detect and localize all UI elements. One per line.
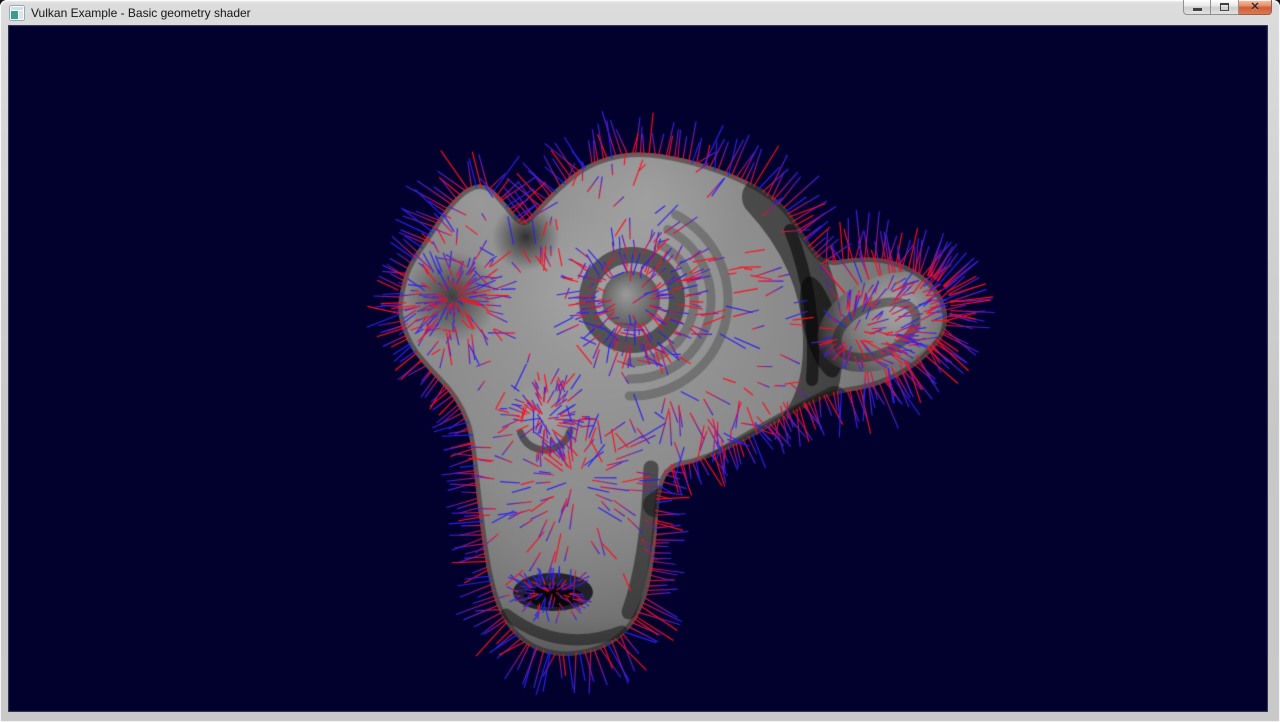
close-button[interactable]: ✕ bbox=[1239, 0, 1272, 15]
application-icon[interactable] bbox=[9, 5, 25, 21]
caption-buttons: ✕ bbox=[1183, 0, 1272, 16]
maximize-icon bbox=[1220, 3, 1229, 11]
close-icon: ✕ bbox=[1250, 1, 1259, 14]
render-client-area bbox=[8, 25, 1268, 712]
minimize-button[interactable] bbox=[1183, 0, 1211, 15]
title-bar[interactable]: Vulkan Example - Basic geometry shader bbox=[0, 0, 1280, 24]
window-frame[interactable]: Vulkan Example - Basic geometry shader ✕ bbox=[0, 0, 1280, 722]
render-viewport[interactable] bbox=[8, 25, 1268, 712]
maximize-button[interactable] bbox=[1211, 0, 1239, 15]
minimize-icon bbox=[1193, 8, 1202, 11]
window-title: Vulkan Example - Basic geometry shader bbox=[31, 6, 251, 20]
